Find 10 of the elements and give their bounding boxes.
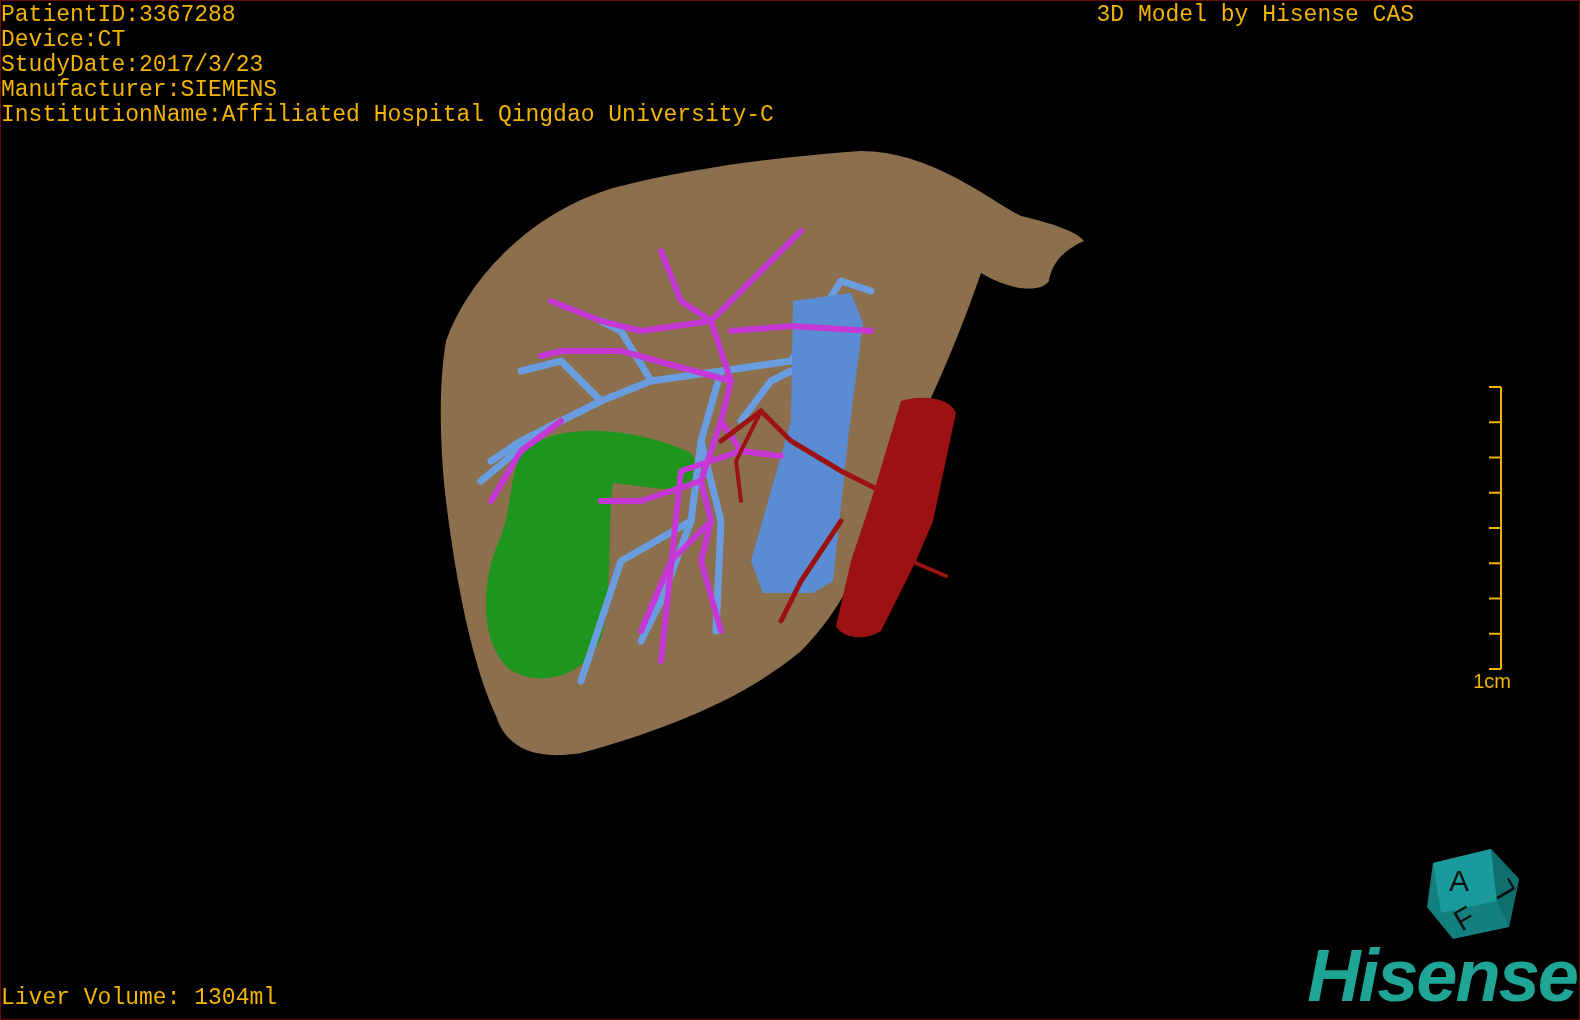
info-line: Manufacturer:SIEMENS [1, 78, 279, 103]
liver-volume-text: Liver Volume: 1304ml [1, 986, 278, 1011]
3d-viewport[interactable]: PatientID:3367288 Device:CT StudyDate:2017/3/23 Manufacturer:SIEMENS InstitutionName:Affiliated Hospital Qingdao University-C 3D Model by Hisense CAS 1cm Liver Volume: 1304ml A F L Hisense [0, 0, 1580, 1020]
scale-label: 1cm [1473, 670, 1511, 692]
viewer-title: 3D Model by Hisense CAS [1096, 3, 1414, 28]
brand-logo: Hisense [1307, 941, 1577, 1011]
info-line: Device:CT [1, 28, 127, 53]
info-line: InstitutionName:Affiliated Hospital Qingdao University-C [1, 103, 774, 128]
info-line: PatientID:3367288 [1, 3, 237, 28]
info-line: StudyDate:2017/3/23 [1, 53, 265, 78]
